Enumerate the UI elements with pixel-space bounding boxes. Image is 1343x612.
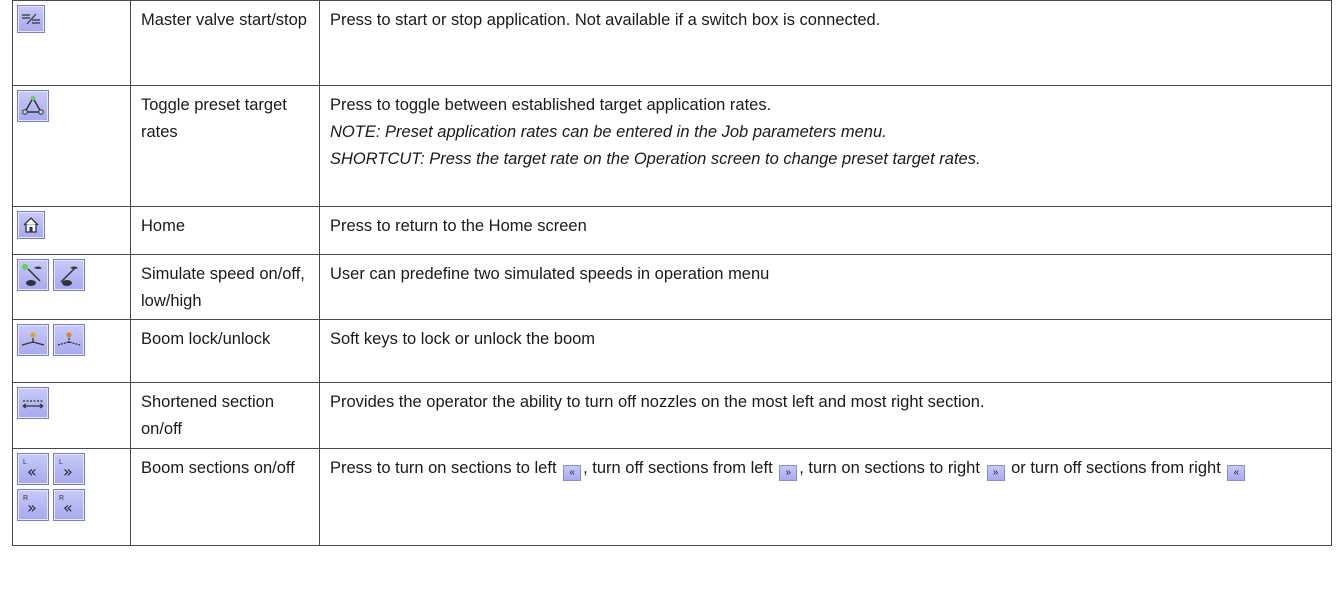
icon-cell bbox=[12, 0, 131, 86]
boom-unlock-icon bbox=[53, 324, 85, 356]
preset-rates-icon bbox=[17, 90, 49, 122]
soft-keys-table: Master valve start/stop Press to start o… bbox=[12, 0, 1332, 546]
table-row: Boom lock/unlock Soft keys to lock or un… bbox=[12, 319, 1332, 383]
icon-cell bbox=[12, 206, 131, 255]
table-row: L « L» R» R « Boom sections on/off Press t… bbox=[12, 448, 1332, 546]
table-row: Toggle preset target rates Press to togg… bbox=[12, 85, 1332, 207]
soft-key-name: Simulate speed on/off, low/high bbox=[130, 254, 320, 320]
soft-key-description: Press to toggle between established targ… bbox=[319, 85, 1332, 207]
svg-text:»: » bbox=[27, 498, 37, 517]
note-text: NOTE: Preset application rates can be en… bbox=[330, 123, 887, 141]
svg-text:«: « bbox=[27, 462, 37, 481]
icon-cell bbox=[12, 382, 131, 449]
home-icon bbox=[17, 211, 45, 239]
table-row: Simulate speed on/off, low/high User can… bbox=[12, 254, 1332, 320]
soft-key-name: Home bbox=[130, 206, 320, 255]
soft-key-name: Toggle preset target rates bbox=[130, 85, 320, 207]
soft-key-name: Boom lock/unlock bbox=[130, 319, 320, 383]
right-on-inline-icon: » bbox=[986, 465, 1005, 481]
soft-key-name: Shortened section on/off bbox=[130, 382, 320, 449]
boom-lock-icon bbox=[17, 324, 49, 356]
soft-key-description: Press to start or stop application. Not … bbox=[319, 0, 1332, 86]
soft-key-description: Soft keys to lock or unlock the boom bbox=[319, 319, 1332, 383]
soft-key-description: Press to turn on sections to left «, tur… bbox=[319, 448, 1332, 546]
right-on-icon: R» bbox=[17, 489, 49, 521]
right-off-icon: R « bbox=[53, 489, 85, 521]
table-row: Master valve start/stop Press to start o… bbox=[12, 0, 1332, 86]
icon-cell bbox=[12, 85, 131, 207]
left-on-inline-icon: « bbox=[563, 465, 582, 481]
shortened-section-icon bbox=[17, 387, 49, 419]
svg-text:«: « bbox=[63, 498, 73, 517]
left-on-icon: L « bbox=[17, 453, 49, 485]
soft-key-name: Boom sections on/off bbox=[130, 448, 320, 546]
table-row: Shortened section on/off Provides the op… bbox=[12, 382, 1332, 449]
left-off-inline-icon: » bbox=[779, 465, 798, 481]
icon-cell bbox=[12, 319, 131, 383]
table-row: Home Press to return to the Home screen bbox=[12, 206, 1332, 255]
shortcut-text: SHORTCUT: Press the target rate on the O… bbox=[330, 150, 981, 168]
soft-key-description: Press to return to the Home screen bbox=[319, 206, 1332, 255]
soft-key-name: Master valve start/stop bbox=[130, 0, 320, 86]
simulate-speed-low-icon bbox=[17, 259, 49, 291]
soft-key-description: User can predefine two simulated speeds … bbox=[319, 254, 1332, 320]
svg-text:»: » bbox=[63, 462, 73, 481]
right-off-inline-icon: « bbox=[1227, 465, 1246, 481]
icon-cell bbox=[12, 254, 131, 320]
simulate-speed-high-icon bbox=[53, 259, 85, 291]
soft-key-description: Provides the operator the ability to tur… bbox=[319, 382, 1332, 449]
left-off-icon: L» bbox=[53, 453, 85, 485]
master-valve-icon bbox=[17, 5, 45, 33]
icon-cell: L « L» R» R « bbox=[12, 448, 131, 546]
